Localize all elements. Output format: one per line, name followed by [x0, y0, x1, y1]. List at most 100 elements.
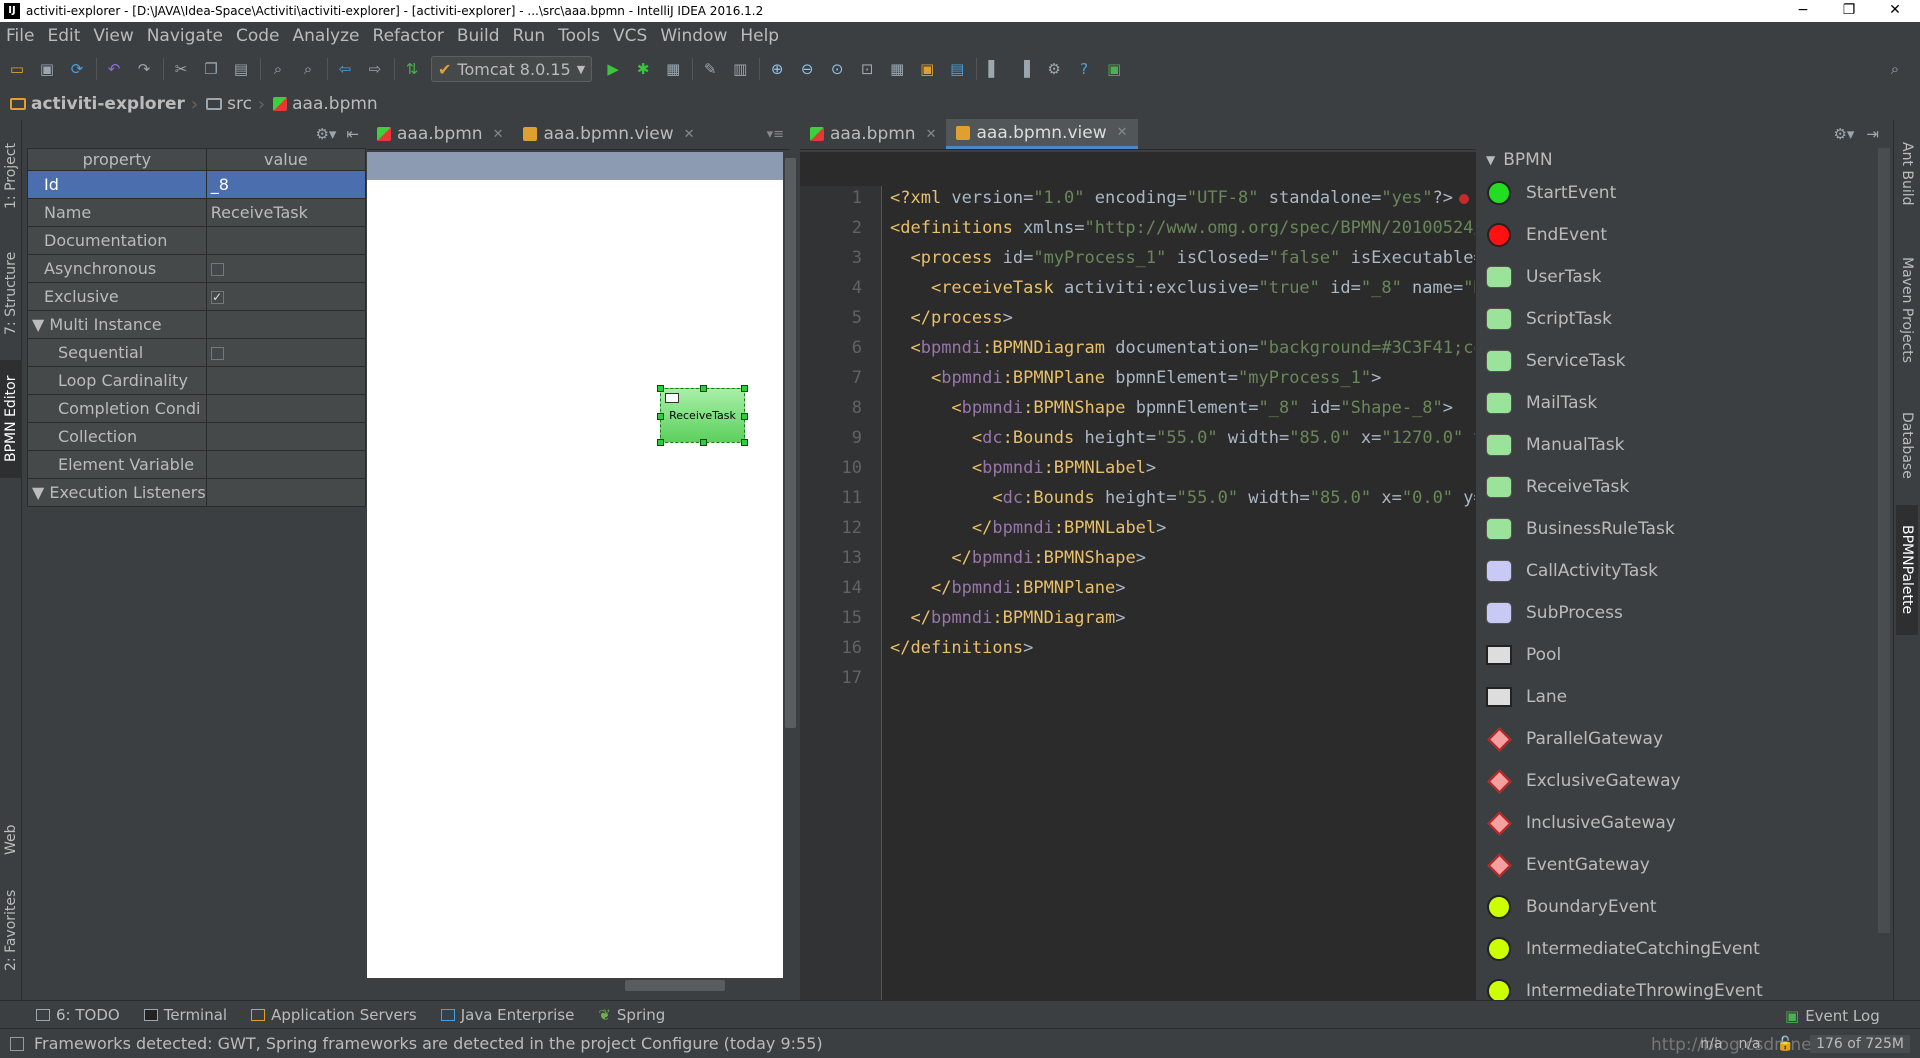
tab-project[interactable]: 1: Project: [0, 126, 22, 226]
tab-aaa-bpmn-view[interactable]: aaa.bpmn.view ✕: [513, 119, 704, 149]
resize-handle[interactable]: [657, 439, 664, 446]
palette-item-pool[interactable]: Pool: [1486, 640, 1561, 670]
code-line[interactable]: <bpmndi:BPMNPlane bpmnElement="myProcess…: [890, 368, 1475, 388]
resize-handle[interactable]: [657, 413, 664, 420]
tab-web[interactable]: Web: [0, 810, 22, 870]
memory-indicator[interactable]: 176 of 725M: [1810, 1035, 1910, 1053]
tab-aaa-bpmn[interactable]: aaa.bpmn ✕: [800, 119, 946, 149]
table-row[interactable]: ▼ Execution Listeners: [27, 478, 367, 507]
tab-bpmn-editor[interactable]: BPMN Editor: [0, 360, 22, 478]
align-center-icon[interactable]: ▐: [1013, 58, 1035, 80]
palette-item-usertask[interactable]: UserTask: [1486, 262, 1601, 292]
breadcrumb-src[interactable]: src: [206, 94, 252, 114]
copy-icon[interactable]: ❐: [200, 58, 222, 80]
resize-handle[interactable]: [700, 385, 707, 392]
lock-icon[interactable]: 🔓: [1777, 1036, 1794, 1052]
property-value-documentation[interactable]: [205, 226, 367, 255]
tab-todo[interactable]: 6: TODO: [36, 1006, 120, 1024]
forward-icon[interactable]: ⇨: [364, 58, 386, 80]
property-value-id[interactable]: _8: [205, 170, 367, 199]
palette-vertical-scrollbar[interactable]: [1878, 148, 1890, 933]
coverage-icon[interactable]: ▦: [662, 58, 684, 80]
find-icon[interactable]: ⌕: [267, 58, 289, 80]
palette-item-lane[interactable]: Lane: [1486, 682, 1567, 712]
hide-panel-icon[interactable]: ⇤: [346, 125, 359, 143]
palette-item-inclusivegateway[interactable]: InclusiveGateway: [1486, 808, 1676, 838]
menu-view[interactable]: View: [93, 26, 133, 46]
terminal-window-icon[interactable]: ▣: [1103, 58, 1125, 80]
cut-icon[interactable]: ✂: [170, 58, 192, 80]
close-window-button[interactable]: ✕: [1872, 0, 1918, 22]
redo-icon[interactable]: ↷: [133, 58, 155, 80]
table-row[interactable]: Asynchronous: [27, 254, 367, 283]
table-row[interactable]: Exclusive ✓: [27, 282, 367, 311]
code-line[interactable]: <bpmndi:BPMNShape bpmnElement="_8" id="S…: [890, 398, 1475, 418]
synchronize-icon[interactable]: ⟳: [66, 58, 88, 80]
breadcrumb-project[interactable]: activiti-explorer: [10, 94, 185, 114]
tab-aaa-bpmn[interactable]: aaa.bpmn ✕: [367, 119, 513, 149]
code-line[interactable]: <process id="myProcess_1" isClosed="fals…: [890, 248, 1475, 268]
palette-item-businessruletask[interactable]: BusinessRuleTask: [1486, 514, 1675, 544]
palette-item-endevent[interactable]: EndEvent: [1486, 220, 1607, 250]
code-line[interactable]: </definitions>: [890, 638, 1475, 658]
code-line[interactable]: <definitions xmlns="http://www.omg.org/s…: [890, 218, 1475, 238]
status-message[interactable]: Frameworks detected: GWT, Spring framewo…: [34, 1034, 823, 1053]
search-everywhere-icon[interactable]: ⌕: [1884, 58, 1906, 80]
code-line[interactable]: <?xml version="1.0" encoding="UTF-8" sta…: [890, 188, 1475, 208]
hide-panel-icon[interactable]: ⇥: [1866, 125, 1879, 143]
table-row[interactable]: Element Variable: [27, 450, 367, 479]
menu-help[interactable]: Help: [740, 26, 779, 46]
palette-item-parallelgateway[interactable]: ParallelGateway: [1486, 724, 1663, 754]
undo-icon[interactable]: ↶: [103, 58, 125, 80]
help-icon[interactable]: ?: [1073, 58, 1095, 80]
property-value-completion-condition[interactable]: [205, 394, 367, 423]
zoom-in-icon[interactable]: ⊕: [766, 58, 788, 80]
gear-icon[interactable]: ⚙▾: [1833, 125, 1854, 143]
menu-edit[interactable]: Edit: [47, 26, 80, 46]
android-icon[interactable]: ⚙: [1043, 58, 1065, 80]
palette-item-manualtask[interactable]: ManualTask: [1486, 430, 1624, 460]
menu-file[interactable]: File: [6, 26, 34, 46]
property-value-loop-cardinality[interactable]: [205, 366, 367, 395]
menu-navigate[interactable]: Navigate: [147, 26, 223, 46]
resize-handle[interactable]: [700, 439, 707, 446]
fit-content-icon[interactable]: ⊡: [856, 58, 878, 80]
diagram-canvas[interactable]: [367, 152, 783, 978]
value-column-header[interactable]: value: [205, 148, 367, 171]
table-row[interactable]: ▼ Multi Instance: [27, 310, 367, 339]
zoom-actual-icon[interactable]: ⊙: [826, 58, 848, 80]
export-image-icon[interactable]: ▣: [916, 58, 938, 80]
table-row[interactable]: Collection: [27, 422, 367, 451]
tab-ant-build[interactable]: Ant Build: [1896, 124, 1918, 224]
code-line[interactable]: <receiveTask activiti:exclusive="true" i…: [890, 278, 1475, 298]
resize-handle[interactable]: [657, 385, 664, 392]
breadcrumb-file[interactable]: aaa.bpmn: [273, 94, 378, 114]
palette-item-subprocess[interactable]: SubProcess: [1486, 598, 1623, 628]
make-project-icon[interactable]: ⇅: [401, 58, 423, 80]
sequential-checkbox[interactable]: [210, 347, 224, 360]
code-line[interactable]: <dc:Bounds height="55.0" width="85.0" x=…: [890, 488, 1475, 508]
status-toggle-icon[interactable]: [10, 1036, 24, 1051]
code-line[interactable]: </bpmndi:BPMNPlane>: [890, 578, 1475, 598]
property-column-header[interactable]: property: [27, 148, 207, 171]
tab-application-servers[interactable]: Application Servers: [251, 1006, 417, 1024]
zoom-out-icon[interactable]: ⊖: [796, 58, 818, 80]
table-row[interactable]: Documentation: [27, 226, 367, 255]
code-line[interactable]: </bpmndi:BPMNLabel>: [890, 518, 1475, 538]
paste-icon[interactable]: ▤: [230, 58, 252, 80]
expand-triangle-icon[interactable]: ▼: [32, 483, 49, 502]
palette-item-receivetask[interactable]: ReceiveTask: [1486, 472, 1629, 502]
palette-item-intermediatecatchingevent[interactable]: IntermediateCatchingEvent: [1486, 934, 1760, 964]
project-structure-icon[interactable]: ▥: [729, 58, 751, 80]
property-value-name[interactable]: ReceiveTask: [205, 198, 367, 227]
receive-task-shape[interactable]: ReceiveTask: [657, 385, 748, 446]
code-line[interactable]: </bpmndi:BPMNShape>: [890, 548, 1475, 568]
tab-database[interactable]: Database: [1896, 395, 1918, 495]
grid-icon[interactable]: ▦: [886, 58, 908, 80]
close-tab-icon[interactable]: ✕: [1117, 125, 1128, 140]
table-row[interactable]: Loop Cardinality: [27, 366, 367, 395]
tab-spring[interactable]: ❦ Spring: [598, 1006, 665, 1024]
restore-button[interactable]: ❐: [1826, 0, 1872, 22]
palette-item-callactivitytask[interactable]: CallActivityTask: [1486, 556, 1658, 586]
menu-window[interactable]: Window: [660, 26, 727, 46]
